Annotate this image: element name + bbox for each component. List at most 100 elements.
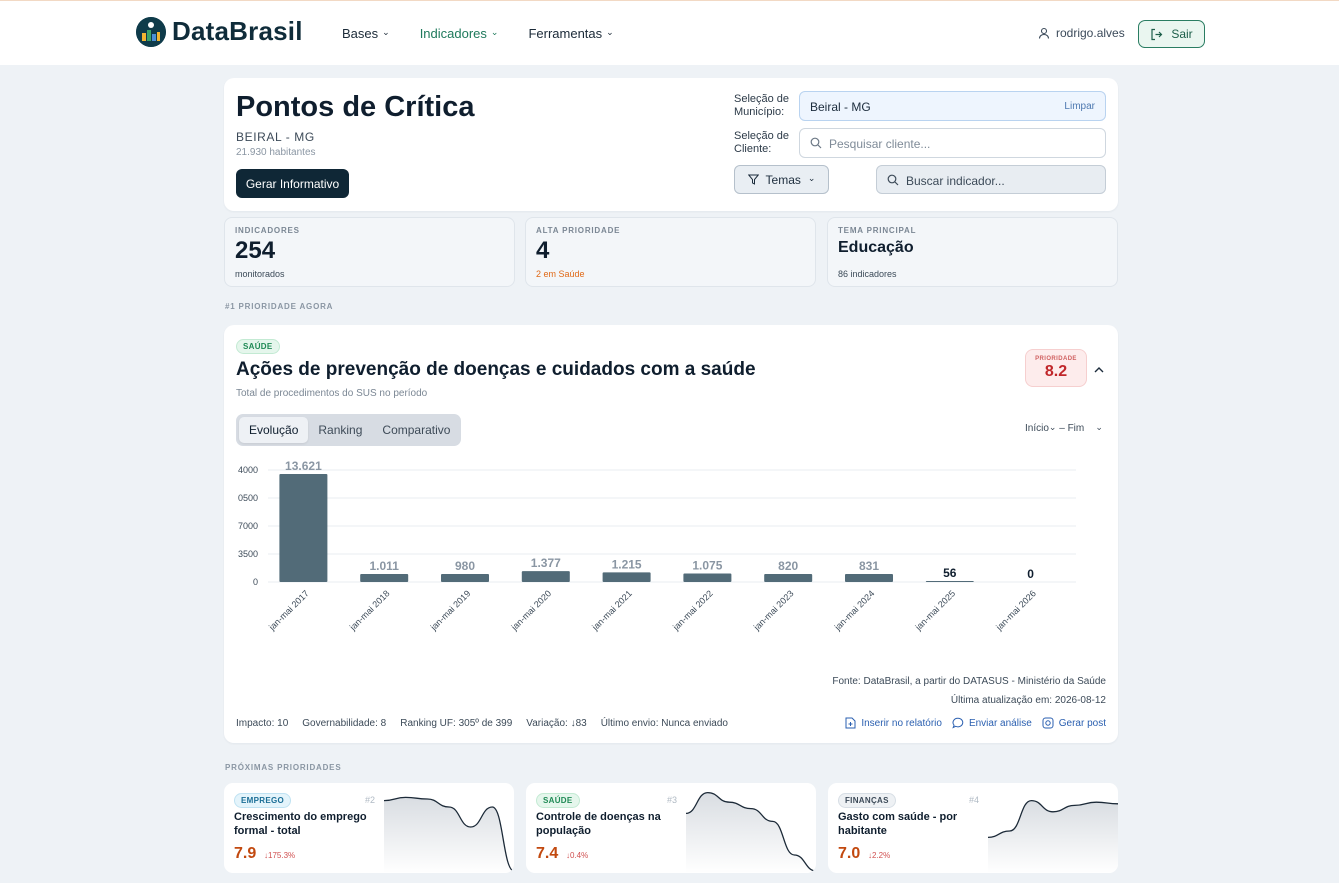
evolution-bar-chart: 4000 0500 7000 3500 0 13.621 jan-mai 2017 1.011…	[238, 459, 1076, 633]
stat-indicadores: INDICADORES 254 monitorados	[224, 217, 515, 287]
x-tick-label: jan-mai 2023	[751, 588, 796, 633]
chart-bar	[602, 572, 651, 582]
x-tick-label: jan-mai 2025	[913, 588, 958, 633]
next-section-label: PRÓXIMAS PRIORIDADES	[225, 763, 342, 772]
stat-label: ALTA PRIORIDADE	[536, 226, 621, 235]
theme-tag: SAÚDE	[236, 339, 280, 354]
clear-button[interactable]: Limpar	[1064, 101, 1095, 112]
chat-bubble-icon	[952, 717, 964, 729]
rank-label: #2	[365, 795, 376, 805]
nav-bases[interactable]: Bases ⌄	[342, 26, 390, 41]
chart-bar	[360, 573, 409, 582]
cliente-search-input[interactable]: Pesquisar cliente...	[799, 128, 1106, 158]
search-icon	[810, 137, 822, 149]
y-tick-label: 7000	[238, 521, 258, 531]
temas-filter-button[interactable]: Temas ⌄	[734, 165, 829, 194]
indicator-subtitle: Total de procedimentos do SUS no período	[236, 388, 428, 399]
chart-bar	[764, 574, 813, 582]
range-separator: –	[1059, 423, 1068, 434]
user-icon	[1038, 27, 1050, 39]
indicator-search-input[interactable]: Buscar indicador...	[876, 165, 1106, 194]
stat-sub: 2 em Saúde	[536, 269, 585, 279]
logout-label: Sair	[1171, 27, 1193, 41]
logout-button[interactable]: Sair	[1138, 20, 1205, 48]
nav-indicadores[interactable]: Indicadores ⌄	[420, 26, 499, 41]
range-end-select[interactable]: Fim ⌄	[1067, 422, 1103, 434]
top-navbar: DataBrasil Bases ⌄ Indicadores ⌄ Ferrament…	[0, 0, 1339, 65]
chart-bar	[683, 573, 732, 582]
chart-bar	[925, 581, 974, 582]
range-start-label: Início	[1025, 423, 1049, 434]
brand-logo[interactable]: DataBrasil	[136, 16, 303, 47]
stat-sub: 86 indicadores	[838, 269, 897, 279]
stat-value: Educação	[838, 239, 914, 256]
theme-tag: SAÚDE	[536, 793, 580, 808]
next-value: 7.9	[234, 845, 257, 862]
x-tick-label: jan-mai 2018	[347, 588, 392, 633]
x-tick-label: jan-mai 2017	[266, 588, 311, 633]
stat-label: INDICADORES	[235, 226, 300, 235]
instagram-icon	[1042, 717, 1054, 729]
x-tick-label: jan-mai 2024	[832, 588, 877, 633]
cliente-label: Seleção de Cliente:	[734, 130, 790, 155]
bar-value-label: 56	[943, 566, 957, 580]
chart-bar	[279, 474, 328, 582]
tab-comparativo[interactable]: Comparativo	[372, 417, 460, 443]
tab-evolucao[interactable]: Evolução	[239, 417, 309, 443]
next-title: Controle de doenças na população	[536, 811, 661, 837]
next-delta: ↓175.3%	[264, 851, 296, 860]
x-tick-label: jan-mai 2026	[993, 588, 1038, 633]
population-label: 21.930 habitantes	[236, 147, 316, 158]
next-priority-card[interactable]: FINANÇAS #4 Gasto com saúde - por habita…	[828, 783, 1118, 873]
municipio-select[interactable]: Beiral - MG Limpar	[799, 91, 1106, 121]
nav-ferramentas[interactable]: Ferramentas ⌄	[528, 26, 613, 41]
range-end-label: Fim	[1067, 423, 1085, 434]
location-label: BEIRAL - MG	[236, 130, 315, 144]
variacao: Variação: ↓83	[526, 718, 587, 729]
range-start-select[interactable]: Início⌄	[1025, 422, 1057, 434]
theme-tag: FINANÇAS	[838, 793, 896, 808]
insert-report-button[interactable]: Inserir no relatório	[845, 717, 942, 729]
temas-label: Temas	[765, 172, 801, 187]
stat-alta-prioridade: ALTA PRIORIDADE 4 2 em Saúde	[525, 217, 816, 287]
x-tick-label: jan-mai 2019	[428, 588, 473, 633]
send-analysis-button[interactable]: Enviar análise	[952, 717, 1032, 729]
indicator-actions: Inserir no relatório Enviar análise Gera…	[845, 717, 1106, 729]
next-priority-card[interactable]: EMPREGO #2 Crescimento do emprego formal…	[224, 783, 514, 873]
user-menu[interactable]: rodrigo.alves	[1038, 26, 1125, 40]
bar-value-label: 1.011	[370, 559, 400, 573]
tab-ranking[interactable]: Ranking	[308, 417, 372, 443]
priority-value: 8.2	[1044, 363, 1068, 380]
nav-label: Indicadores	[419, 26, 487, 41]
next-priority-card[interactable]: SAÚDE #3 Controle de doenças na populaçã…	[526, 783, 816, 873]
ranking-uf: Ranking UF: 305º de 399	[400, 718, 513, 729]
next-title: Crescimento do emprego formal - total	[234, 811, 367, 837]
date-range: Início⌄ – Fim ⌄	[1025, 422, 1103, 434]
governabilidade: Governabilidade: 8	[302, 718, 387, 729]
stat-value: 4	[536, 237, 550, 264]
sparkline-area	[686, 792, 816, 873]
next-value: 7.4	[536, 845, 559, 862]
x-tick-label: jan-mai 2020	[509, 588, 554, 633]
chevron-down-icon: ⌄	[807, 173, 816, 183]
brand-name: DataBrasil	[172, 16, 303, 46]
y-tick-label: 0	[253, 577, 258, 587]
bar-value-label: 820	[778, 559, 798, 573]
bar-value-label: 1.377	[531, 556, 561, 570]
generate-post-button[interactable]: Gerar post	[1042, 717, 1106, 729]
rank-label: #4	[969, 795, 980, 805]
priority-label: PRIORIDADE	[1035, 356, 1077, 362]
rank-label: #3	[667, 795, 678, 805]
generate-report-button[interactable]: Gerar Informativo	[236, 169, 349, 198]
next-title: Gasto com saúde - por habitante	[838, 811, 958, 837]
impacto: Impacto: 10	[236, 718, 289, 729]
updated-note: Última atualização em: 2026-08-12	[950, 695, 1106, 706]
username: rodrigo.alves	[1056, 26, 1125, 40]
collapse-chevron-up-icon[interactable]	[1094, 363, 1104, 377]
municipio-value: Beiral - MG	[810, 100, 871, 114]
chevron-down-icon: ⌄	[490, 27, 499, 37]
ultimo-envio: Último envio: Nunca enviado	[600, 718, 728, 729]
brazil-logo-icon	[136, 16, 166, 47]
chart-bar	[845, 574, 893, 582]
chevron-down-icon: ⌄	[1048, 422, 1057, 432]
